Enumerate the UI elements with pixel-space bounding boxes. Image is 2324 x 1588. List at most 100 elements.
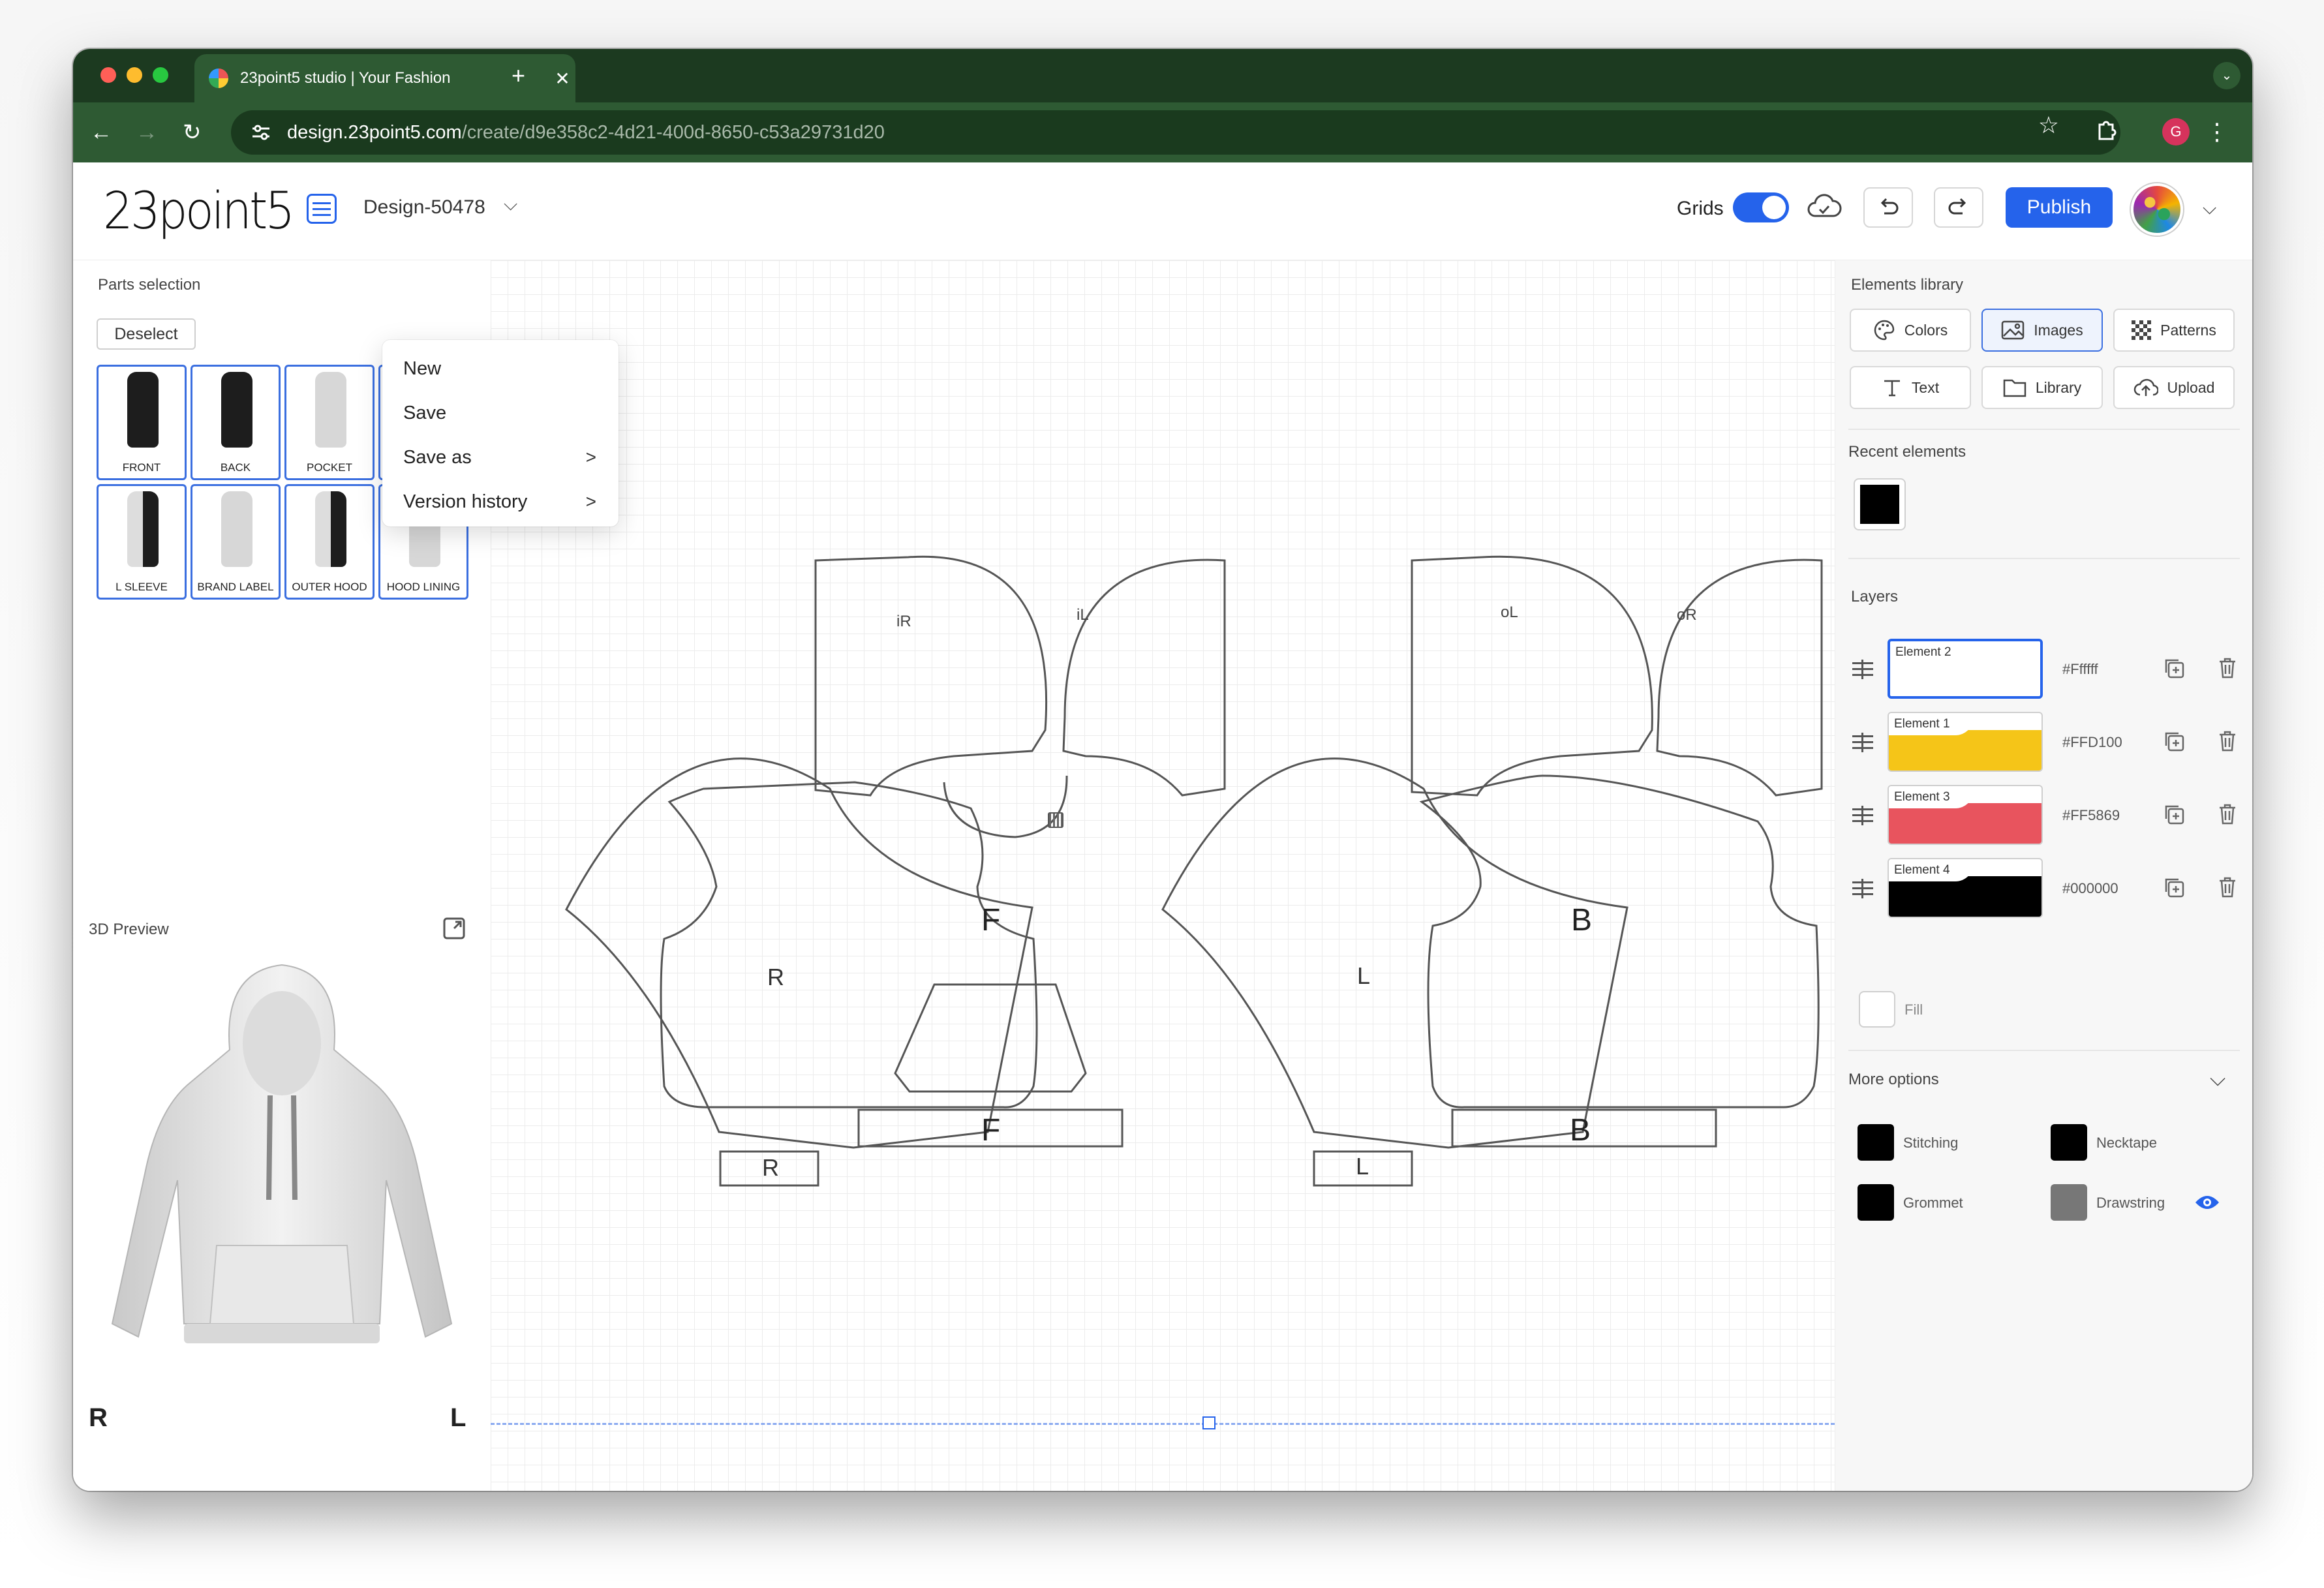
part-tile[interactable]: L SLEEVE xyxy=(97,484,187,600)
guide-handle[interactable] xyxy=(1202,1416,1216,1429)
minimize-window-button[interactable] xyxy=(127,67,142,83)
preview-left-marker: L xyxy=(450,1403,466,1432)
file-menu-icon[interactable] xyxy=(307,194,337,224)
option-label: Grommet xyxy=(1903,1195,1963,1211)
redo-button[interactable] xyxy=(1934,187,1983,228)
new-tab-button[interactable]: + xyxy=(512,62,525,89)
fill-checkbox[interactable] xyxy=(1859,991,1895,1028)
fill-label: Fill xyxy=(1904,1001,1923,1018)
drag-handle-icon[interactable] xyxy=(1852,806,1873,825)
grids-toggle[interactable] xyxy=(1733,192,1789,222)
part-label: BACK xyxy=(220,461,251,474)
library-text-button[interactable]: Text xyxy=(1850,366,1971,409)
layer-swatch[interactable]: Element 1 xyxy=(1888,712,2043,772)
option-swatch-stitching[interactable] xyxy=(1858,1124,1894,1161)
url-path: /create/d9e358c2-4d21-400d-8650-c53a2973… xyxy=(461,121,885,143)
back-icon[interactable]: ← xyxy=(90,118,112,147)
option-swatch-drawstring[interactable] xyxy=(2051,1184,2087,1221)
part-tile[interactable]: POCKET xyxy=(284,365,375,480)
design-name[interactable]: Design-50478 xyxy=(363,196,485,219)
layer-row[interactable]: Element 4 #000000 xyxy=(1835,858,2252,923)
visibility-eye-icon[interactable] xyxy=(2194,1193,2220,1212)
tab-strip: 23point5 studio | Your Fashion ✕ + ⌄ xyxy=(73,49,2252,102)
app-header: 23point5 Design-50478 ⌵ Grids Publish ⌵ xyxy=(73,162,2252,260)
piece-label-ir: iR xyxy=(896,613,911,630)
upload-icon xyxy=(2133,378,2158,397)
part-tile[interactable]: OUTER HOOD xyxy=(284,484,375,600)
design-canvas[interactable]: iR iL oL oR R R F F L L B B xyxy=(491,260,1835,1491)
publish-button[interactable]: Publish xyxy=(2006,187,2113,228)
app-logo[interactable]: 23point5 xyxy=(103,182,295,241)
deselect-button[interactable]: Deselect xyxy=(97,318,196,350)
account-chevron-icon[interactable]: ⌵ xyxy=(2203,198,2216,219)
duplicate-layer-icon[interactable] xyxy=(2163,730,2186,754)
duplicate-layer-icon[interactable] xyxy=(2163,657,2186,680)
delete-layer-icon[interactable] xyxy=(2218,876,2241,900)
option-swatch-necktape[interactable] xyxy=(2051,1124,2087,1161)
maximize-window-button[interactable] xyxy=(153,67,168,83)
part-thumbnail xyxy=(127,491,159,567)
outer-hood-left-piece[interactable] xyxy=(1411,555,1653,797)
expand-preview-icon[interactable] xyxy=(442,917,466,940)
library-library-button[interactable]: Library xyxy=(1981,366,2103,409)
duplicate-layer-icon[interactable] xyxy=(2163,803,2186,827)
layer-swatch[interactable]: Element 3 xyxy=(1888,785,2043,845)
menu-item-save-as[interactable]: Save as > xyxy=(382,435,619,480)
part-thumbnail xyxy=(221,372,252,448)
library-upload-button[interactable]: Upload xyxy=(2113,366,2235,409)
drag-handle-icon[interactable] xyxy=(1852,733,1873,752)
layer-row[interactable]: Element 3 #FF5869 xyxy=(1835,785,2252,850)
hoodie-3d-preview[interactable] xyxy=(99,958,465,1369)
delete-layer-icon[interactable] xyxy=(2218,657,2241,680)
extensions-icon[interactable] xyxy=(2096,118,2118,145)
outer-hood-right-piece[interactable] xyxy=(1656,558,1823,797)
library-button-label: Images xyxy=(2034,321,2083,339)
layer-row[interactable]: Element 1 #FFD100 xyxy=(1835,712,2252,777)
reload-icon[interactable]: ↻ xyxy=(183,118,202,147)
tab-search-button[interactable]: ⌄ xyxy=(2213,62,2240,89)
delete-layer-icon[interactable] xyxy=(2218,803,2241,827)
bookmark-star-icon[interactable]: ☆ xyxy=(2038,112,2059,139)
menu-item-new[interactable]: New xyxy=(382,346,619,391)
undo-button[interactable] xyxy=(1863,187,1913,228)
menu-item-save[interactable]: Save xyxy=(382,391,619,435)
user-avatar[interactable] xyxy=(2131,183,2183,236)
chevron-down-icon[interactable]: ⌵ xyxy=(504,194,517,215)
layer-swatch[interactable]: Element 4 xyxy=(1888,858,2043,918)
library-patterns-button[interactable]: Patterns xyxy=(2113,309,2235,352)
submenu-arrow-icon: > xyxy=(585,447,596,467)
piece-label-l-cuff: L xyxy=(1356,1153,1369,1180)
part-tile[interactable]: BRAND LABEL xyxy=(191,484,281,600)
browser-menu-icon[interactable]: ⋮ xyxy=(2205,117,2229,147)
layer-swatch[interactable]: Element 2 xyxy=(1888,639,2043,699)
right-sleeve-piece[interactable] xyxy=(565,757,1033,1149)
drag-handle-icon[interactable] xyxy=(1852,660,1873,679)
option-swatch-grommet[interactable] xyxy=(1858,1184,1894,1221)
brand-label-mark[interactable] xyxy=(1048,812,1063,828)
inner-hood-left-piece[interactable] xyxy=(1062,558,1226,797)
inner-hood-right-piece[interactable] xyxy=(814,555,1048,797)
library-images-button[interactable]: Images xyxy=(1981,309,2103,352)
drag-handle-icon[interactable] xyxy=(1852,879,1873,898)
forward-icon[interactable]: → xyxy=(136,118,158,147)
menu-item-version-history[interactable]: Version history > xyxy=(382,480,619,524)
layer-row[interactable]: Element 2 #Ffffff xyxy=(1835,639,2252,704)
close-window-button[interactable] xyxy=(100,67,116,83)
duplicate-layer-icon[interactable] xyxy=(2163,876,2186,900)
menu-item-label: Save xyxy=(403,402,447,423)
delete-layer-icon[interactable] xyxy=(2218,730,2241,754)
tab-close-icon[interactable]: ✕ xyxy=(549,68,575,89)
part-tile[interactable]: BACK xyxy=(191,365,281,480)
front-pocket-piece[interactable] xyxy=(894,983,1087,1093)
recent-element-swatch[interactable] xyxy=(1854,478,1906,530)
site-info-icon[interactable] xyxy=(249,121,273,144)
palette-icon xyxy=(1873,319,1895,341)
cloud-sync-icon[interactable] xyxy=(1806,191,1842,224)
option-label: Drawstring xyxy=(2096,1195,2165,1211)
address-bar[interactable]: design.23point5.com/create/d9e358c2-4d21… xyxy=(231,110,2120,155)
profile-avatar[interactable]: G xyxy=(2162,118,2190,145)
library-colors-button[interactable]: Colors xyxy=(1850,309,1971,352)
left-sleeve-piece[interactable] xyxy=(1161,757,1628,1149)
part-tile[interactable]: FRONT xyxy=(97,365,187,480)
more-options-chevron-icon[interactable]: ⌵ xyxy=(2210,1067,2225,1092)
